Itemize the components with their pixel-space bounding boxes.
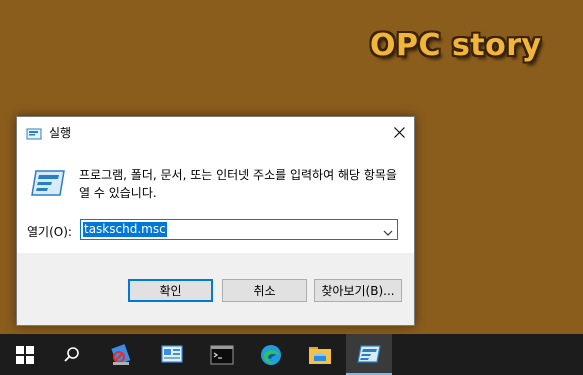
taskbar-control-panel[interactable]	[149, 334, 195, 375]
dialog-content: 프로그램, 폴더, 문서, 또는 인터넷 주소를 입력하여 해당 항목을 열 수…	[17, 147, 414, 253]
taskbar-file-explorer[interactable]	[297, 334, 343, 375]
close-icon	[393, 126, 405, 138]
app-icon	[111, 343, 131, 365]
run-program-icon	[30, 169, 66, 197]
search-button[interactable]	[49, 334, 95, 375]
open-label: 열기(O):	[27, 225, 72, 239]
taskbar-edge[interactable]	[248, 334, 294, 375]
dialog-description: 프로그램, 폴더, 문서, 또는 인터넷 주소를 입력하여 해당 항목을 열 수…	[79, 168, 397, 200]
search-icon	[64, 346, 79, 362]
edge-icon	[261, 344, 281, 365]
title-bar[interactable]: 실행	[17, 117, 414, 147]
taskbar-app[interactable]	[98, 334, 144, 375]
close-button[interactable]	[384, 117, 414, 147]
taskbar-cmd[interactable]	[199, 334, 245, 375]
taskbar	[0, 334, 583, 375]
dialog-footer: 확인 취소 찾아보기(B)...	[17, 253, 414, 325]
open-input[interactable]: taskschd.msc	[83, 222, 167, 237]
file-explorer-icon	[309, 346, 331, 364]
run-dialog: 실행 프로그램, 폴더, 문서, 또는 인터넷 주소를 입력하여 해당 항목을 …	[16, 116, 415, 326]
ok-button[interactable]: 확인	[128, 279, 213, 302]
run-icon	[357, 344, 381, 363]
watermark: OPC story	[370, 28, 542, 63]
start-icon	[16, 345, 34, 364]
browse-button[interactable]: 찾아보기(B)...	[314, 279, 402, 302]
start-button[interactable]	[2, 334, 48, 375]
dialog-title: 실행	[49, 126, 72, 140]
cancel-button[interactable]: 취소	[222, 279, 307, 302]
run-icon	[26, 125, 42, 140]
cmd-icon	[210, 345, 234, 364]
chevron-down-icon[interactable]	[382, 224, 394, 236]
open-combobox[interactable]: taskschd.msc	[80, 219, 398, 240]
control-panel-icon	[161, 344, 183, 363]
taskbar-run[interactable]	[346, 334, 392, 375]
